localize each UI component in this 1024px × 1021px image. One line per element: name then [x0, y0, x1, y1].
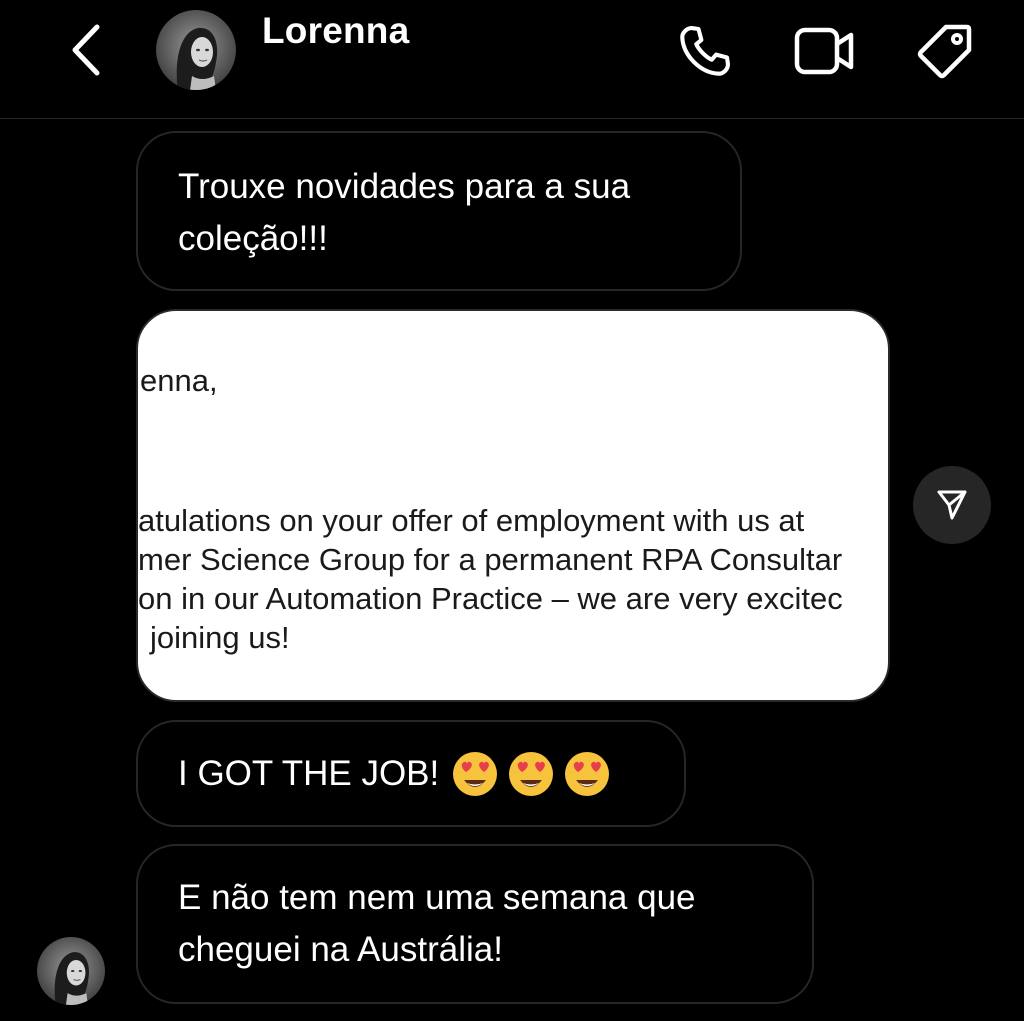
- back-button[interactable]: [62, 20, 110, 80]
- message-text: I GOT THE JOB!: [178, 753, 440, 793]
- heart-eyes-emoji-icon: [565, 751, 610, 796]
- heart-eyes-emoji-icon: [509, 751, 554, 796]
- emoji-group: [451, 750, 611, 798]
- document-line: mer Science Group for a permanent RPA Co…: [138, 542, 843, 577]
- send-icon: [937, 490, 967, 520]
- tag-icon: [917, 24, 972, 79]
- message-text: E não tem nem uma semana que cheguei na …: [178, 878, 696, 969]
- document-greeting: enna,: [140, 363, 218, 398]
- message-bubble[interactable]: Trouxe novidades para a sua coleção!!!: [136, 131, 742, 291]
- video-call-button[interactable]: [794, 20, 856, 82]
- contact-avatar[interactable]: [156, 10, 236, 90]
- sender-avatar[interactable]: [37, 937, 105, 1005]
- heart-eyes-emoji-icon: [453, 751, 498, 796]
- chevron-left-icon: [72, 24, 100, 76]
- message-bubble[interactable]: E não tem nem uma semana que cheguei na …: [136, 844, 814, 1004]
- chat-header: Lorenna: [0, 0, 1024, 118]
- share-button[interactable]: [913, 466, 991, 544]
- image-message[interactable]: enna, atulations on your offer of employ…: [136, 309, 890, 702]
- video-camera-icon: [794, 27, 854, 75]
- document-line: on in our Automation Practice – we are v…: [138, 581, 843, 616]
- phone-icon: [680, 25, 731, 76]
- document-line: atulations on your offer of employment w…: [138, 503, 805, 538]
- header-divider: [0, 118, 1024, 119]
- message-bubble[interactable]: I GOT THE JOB!: [136, 720, 686, 827]
- voice-call-button[interactable]: [674, 20, 736, 82]
- message-text: Trouxe novidades para a sua coleção!!!: [178, 167, 631, 258]
- tag-button[interactable]: [914, 20, 976, 82]
- document-line: joining us!: [150, 620, 290, 655]
- contact-name[interactable]: Lorenna: [262, 10, 409, 52]
